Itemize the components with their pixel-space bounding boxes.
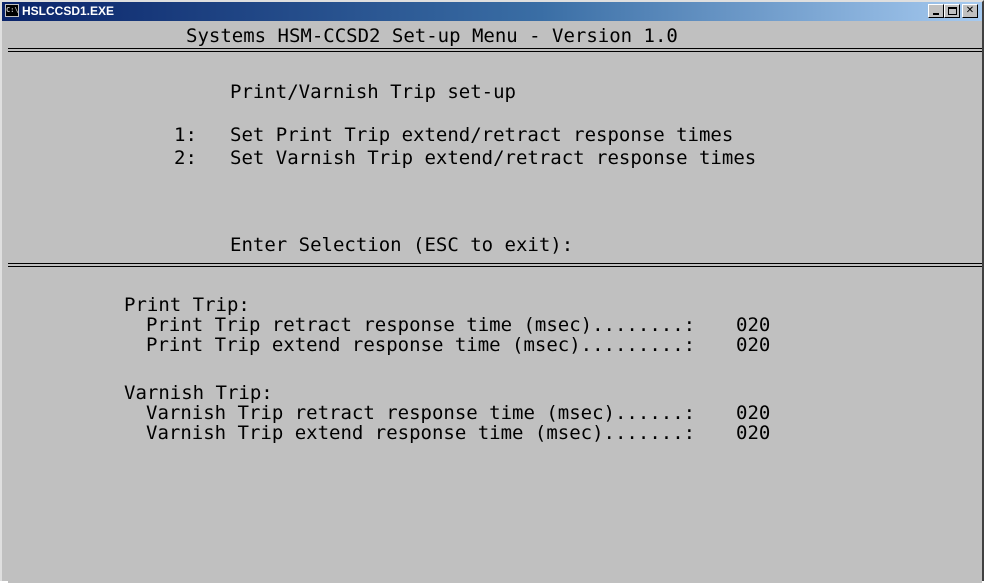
maximize-button[interactable]	[944, 4, 960, 18]
menu-option-2-key: 2:	[174, 147, 197, 169]
menu-header: Systems HSM-CCSD2 Set-up Menu - Version …	[186, 25, 678, 47]
print-trip-retract-label: Print Trip retract response time (msec).…	[146, 314, 696, 336]
console-icon[interactable]: C:\	[5, 4, 19, 17]
varnish-trip-extend-label: Varnish Trip extend response time (msec)…	[146, 422, 696, 444]
menu-option-1-label: Set Print Trip extend/retract response t…	[230, 124, 734, 146]
header-divider-bottom	[8, 51, 982, 52]
title-bar[interactable]: C:\ HSLCCSD1.EXE ✕	[2, 2, 982, 21]
submenu-title: Print/Varnish Trip set-up	[230, 81, 516, 103]
menu-option-2-label: Set Varnish Trip extend/retract response…	[230, 147, 757, 169]
menu-option-1-key: 1:	[174, 124, 197, 146]
console-window: C:\ HSLCCSD1.EXE ✕ Systems HSM-CCSD2 Set…	[0, 0, 984, 583]
print-trip-extend-value: 020	[736, 334, 771, 356]
maximize-icon	[948, 7, 957, 15]
print-trip-heading: Print Trip:	[124, 294, 250, 316]
varnish-trip-retract-label: Varnish Trip retract response time (msec…	[146, 402, 696, 424]
minimize-icon	[933, 13, 939, 15]
varnish-trip-extend-value: 020	[736, 422, 771, 444]
menu-divider-top	[8, 263, 982, 264]
varnish-trip-heading: Varnish Trip:	[124, 382, 273, 404]
close-button[interactable]: ✕	[962, 4, 978, 18]
varnish-trip-retract-value: 020	[736, 402, 771, 424]
header-divider-top	[8, 48, 982, 49]
menu-divider-bottom	[8, 266, 982, 267]
minimize-button[interactable]	[928, 4, 944, 18]
console-screen[interactable]: Systems HSM-CCSD2 Set-up Menu - Version …	[8, 21, 982, 583]
print-trip-extend-label: Print Trip extend response time (msec)..…	[146, 334, 696, 356]
window-title: HSLCCSD1.EXE	[22, 4, 115, 18]
selection-prompt: Enter Selection (ESC to exit):	[230, 234, 574, 256]
close-icon: ✕	[965, 5, 975, 16]
print-trip-retract-value: 020	[736, 314, 771, 336]
